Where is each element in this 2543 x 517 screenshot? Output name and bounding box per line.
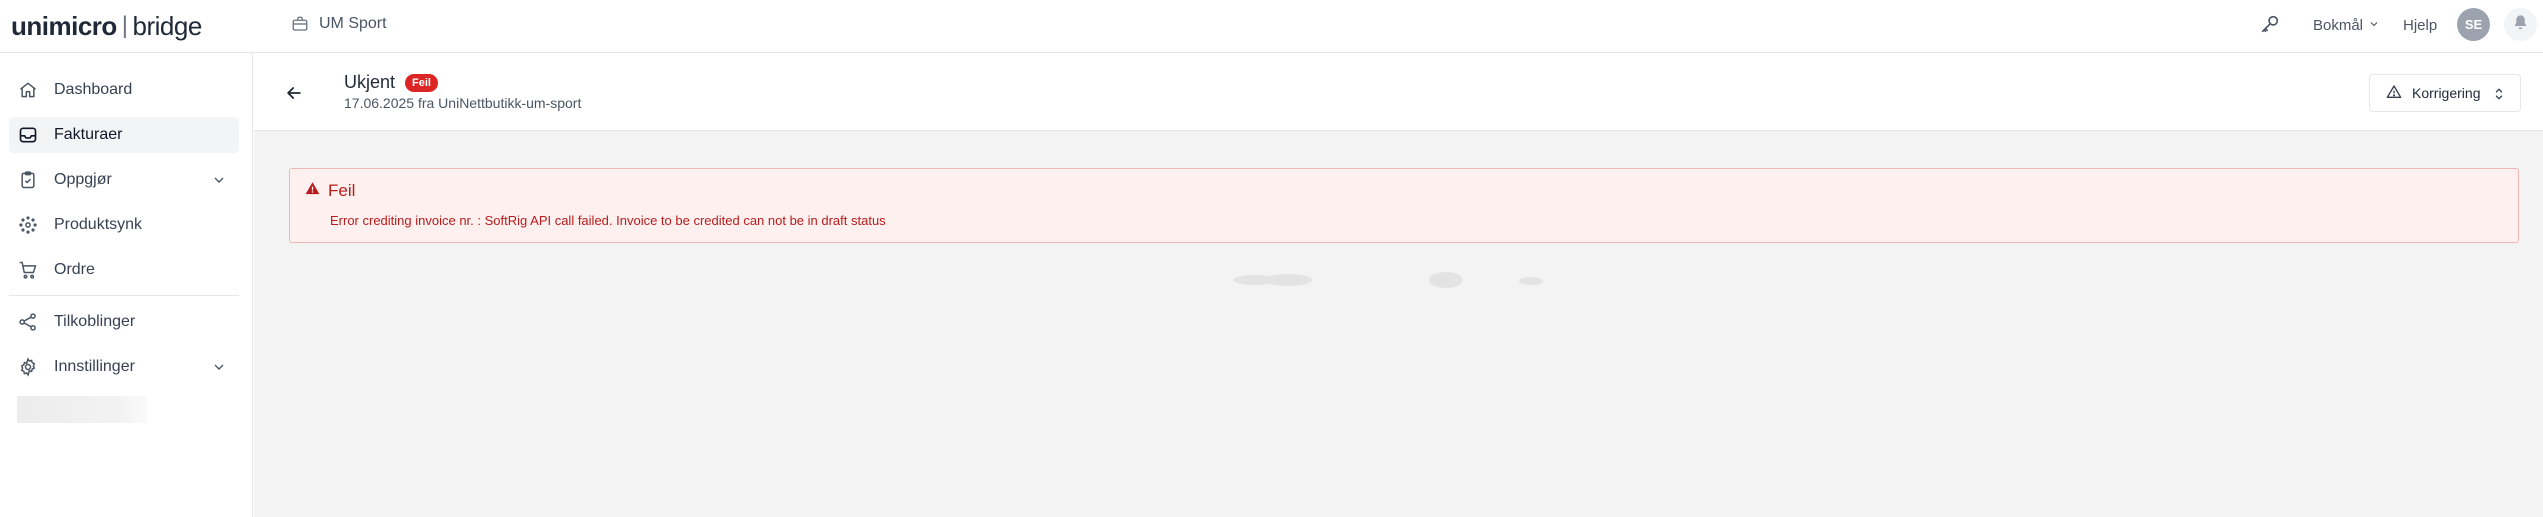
chevron-down-icon (211, 359, 227, 375)
sidebar-item-label: Ordre (54, 261, 95, 278)
chevron-up-down-icon (2492, 86, 2506, 105)
loading-placeholder (1429, 272, 1463, 288)
sidebar-item-produktsynk[interactable]: Produktsynk (9, 207, 239, 243)
sidebar-item-tilkoblinger[interactable]: Tilkoblinger (9, 304, 239, 340)
sidebar-item-label: Dashboard (54, 81, 133, 98)
logo-product: bridge (132, 10, 203, 41)
status-badge: Feil (405, 73, 438, 92)
warning-triangle-icon (2386, 84, 2402, 103)
logo-separator: | (121, 12, 128, 39)
sidebar-item-label: Tilkoblinger (54, 313, 136, 330)
sidebar-item-ordre[interactable]: Ordre (9, 252, 239, 288)
app-logo[interactable]: unimicro | bridge (11, 11, 202, 41)
sidebar-item-label: Oppgjør (54, 171, 112, 188)
cart-icon (18, 260, 38, 280)
arrow-left-icon (287, 87, 301, 99)
help-link[interactable]: Hjelp (2403, 14, 2437, 36)
alert-title: Feil (328, 181, 356, 200)
loading-placeholder (1519, 277, 1543, 285)
sidebar-item-innstillinger[interactable]: Innstillinger (9, 349, 239, 385)
sidebar: Dashboard Fakturaer Oppgjør Produktsynk … (0, 53, 253, 517)
home-icon (18, 80, 38, 100)
loading-placeholder (1264, 274, 1312, 286)
title-row: Ukjent Feil (344, 72, 438, 93)
gear-icon (18, 357, 38, 377)
alert-message: Error crediting invoice nr. : SoftRig AP… (330, 213, 886, 228)
language-selector[interactable]: Bokmål (2313, 14, 2380, 36)
page-subtitle: 17.06.2025 fra UniNettbutikk-um-sport (344, 95, 582, 111)
error-alert: Feil Error crediting invoice nr. : SoftR… (289, 168, 2519, 243)
warning-triangle-icon (305, 181, 320, 201)
alert-title-row: Feil (305, 181, 355, 201)
main-content: Ukjent Feil 17.06.2025 fra UniNettbutikk… (254, 53, 2543, 517)
sidebar-item-label: Fakturaer (54, 126, 123, 143)
bell-icon (2512, 14, 2529, 36)
sidebar-item-dashboard[interactable]: Dashboard (9, 72, 239, 108)
sync-dots-icon (18, 215, 38, 235)
sidebar-item-label: Produktsynk (54, 216, 143, 233)
sidebar-divider (9, 295, 239, 296)
company-selector[interactable]: UM Sport (291, 12, 387, 36)
chevron-down-icon (211, 172, 227, 188)
avatar[interactable]: SE (2457, 8, 2490, 41)
chevron-down-icon (2368, 17, 2380, 34)
briefcase-icon (291, 15, 309, 33)
sidebar-item-oppgjor[interactable]: Oppgjør (9, 162, 239, 198)
notifications-button[interactable] (2504, 8, 2537, 41)
page-header: Ukjent Feil 17.06.2025 fra UniNettbutikk… (254, 53, 2543, 131)
clipboard-check-icon (18, 170, 38, 190)
page-title: Ukjent (344, 72, 396, 92)
loading-skeleton (17, 396, 147, 423)
top-bar: unimicro | bridge UM Sport Bokmål Hjelp … (0, 0, 2543, 53)
company-name: UM Sport (319, 15, 387, 32)
key-icon[interactable] (2259, 13, 2281, 35)
back-button[interactable] (284, 83, 304, 103)
inbox-icon (18, 125, 38, 145)
logo-brand: unimicro (11, 10, 117, 41)
share-icon (18, 312, 38, 332)
language-label: Bokmål (2313, 16, 2364, 34)
sidebar-item-fakturaer[interactable]: Fakturaer (9, 117, 239, 153)
korrigering-button[interactable]: Korrigering (2369, 74, 2521, 112)
sidebar-item-label: Innstillinger (54, 358, 135, 375)
korrigering-label: Korrigering (2412, 85, 2481, 101)
